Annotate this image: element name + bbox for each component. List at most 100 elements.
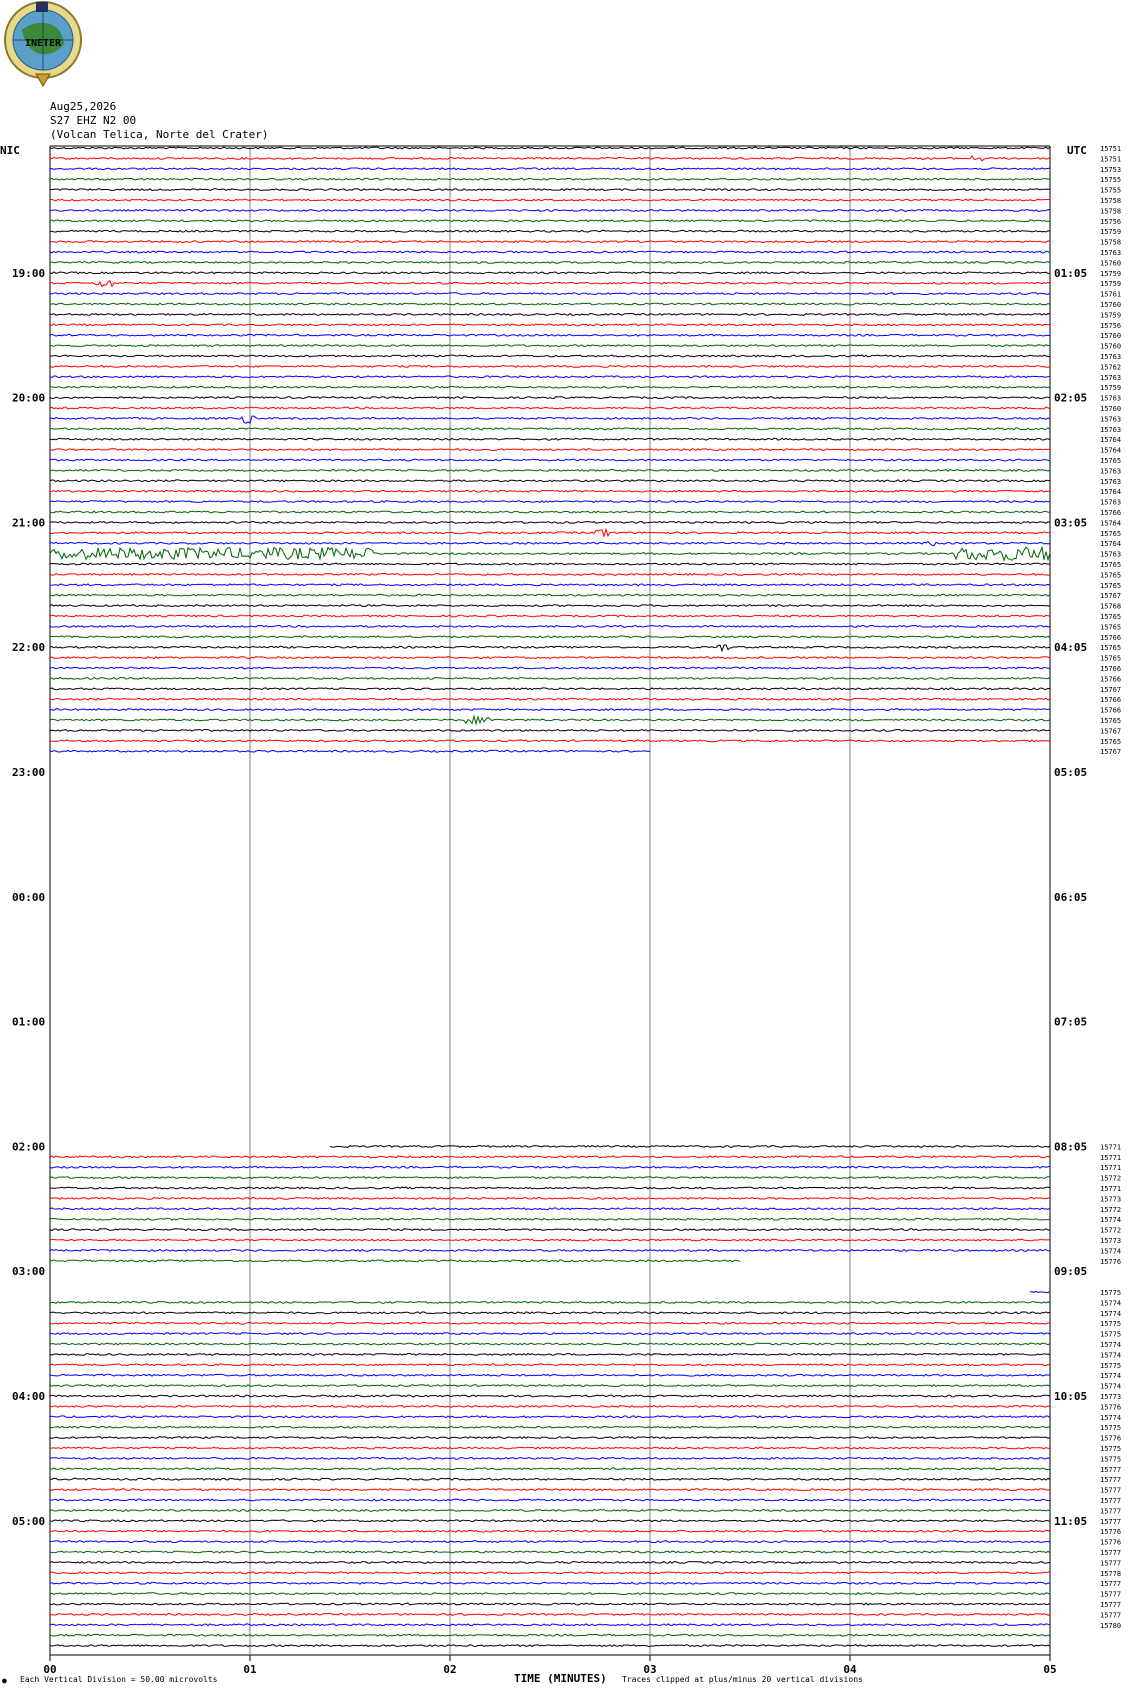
row-counter-label: 15763 <box>1100 374 1121 382</box>
row-counter-label: 15760 <box>1100 301 1121 309</box>
right-hour-label: 11:05 <box>1054 1515 1087 1528</box>
seismic-trace <box>49 1550 1051 1554</box>
row-counter-label: 15767 <box>1100 686 1121 694</box>
row-counter-label: 15763 <box>1100 467 1121 475</box>
seismic-trace <box>49 562 1051 566</box>
plot-grid <box>49 145 1051 1656</box>
seismic-trace <box>49 344 1051 348</box>
trace-lines <box>49 146 1051 1648</box>
row-counter-label: 15771 <box>1100 1164 1121 1172</box>
seismic-trace <box>50 489 1051 493</box>
seismic-trace <box>49 1321 1051 1325</box>
seismic-trace <box>49 271 1051 275</box>
seismic-trace <box>49 333 1051 337</box>
right-hour-label: 10:05 <box>1054 1390 1087 1403</box>
seismic-trace <box>49 167 1051 171</box>
seismic-trace <box>49 1519 1051 1523</box>
seismic-trace <box>49 614 1051 618</box>
row-counter-label: 15767 <box>1100 748 1121 756</box>
seismic-trace <box>49 714 1051 726</box>
seismic-trace <box>49 1342 1051 1346</box>
seismic-trace <box>49 1581 1051 1585</box>
seismic-trace <box>49 1207 1051 1211</box>
row-counter-label: 15775 <box>1100 1320 1121 1328</box>
seismic-trace <box>49 437 1051 441</box>
row-counter-label: 15777 <box>1100 1476 1121 1484</box>
row-counter-label: 15760 <box>1100 343 1121 351</box>
right-hour-label: 03:05 <box>1054 516 1087 529</box>
seismic-trace <box>49 1228 1051 1232</box>
row-counter-label: 15773 <box>1100 1195 1121 1203</box>
seismic-trace <box>49 375 1051 379</box>
row-counter-label: 15758 <box>1100 207 1121 215</box>
seismic-trace <box>49 1404 1051 1408</box>
row-counter-label: 15765 <box>1100 571 1121 579</box>
row-counter-label: 15759 <box>1100 228 1121 236</box>
seismic-trace <box>49 749 651 753</box>
right-hour-label: 06:05 <box>1054 891 1087 904</box>
row-counter-label: 15765 <box>1100 457 1121 465</box>
row-counter-label: 15756 <box>1100 218 1121 226</box>
row-counter-label: 15777 <box>1100 1549 1121 1557</box>
row-counter-label: 15751 <box>1100 145 1121 153</box>
row-counter-label: 15763 <box>1100 499 1121 507</box>
seismic-trace <box>50 354 1051 358</box>
seismic-trace <box>49 146 1051 150</box>
row-counter-label: 15765 <box>1100 582 1121 590</box>
row-counter-label: 15774 <box>1100 1372 1121 1380</box>
seismic-trace <box>49 323 1051 327</box>
seismic-trace <box>49 1196 1051 1200</box>
row-counter-label: 15763 <box>1100 551 1121 559</box>
x-axis-title: TIME (MINUTES) <box>514 1672 607 1685</box>
seismic-trace <box>49 1217 1051 1221</box>
seismic-trace <box>49 198 1051 202</box>
row-counter-label: 15765 <box>1100 655 1121 663</box>
row-counter-label: 15777 <box>1100 1559 1121 1567</box>
row-counter-label: 15765 <box>1100 613 1121 621</box>
seismic-trace <box>49 415 1051 425</box>
row-counter-label: 15775 <box>1100 1455 1121 1463</box>
row-counter-label: 15777 <box>1100 1466 1121 1474</box>
row-counter-label: 15753 <box>1100 166 1121 174</box>
seismic-trace <box>329 1144 1051 1148</box>
left-hour-label: 03:00 <box>12 1265 45 1278</box>
seismic-trace <box>49 1644 1051 1648</box>
seismic-trace <box>49 1155 1051 1159</box>
row-counter-label: 15780 <box>1100 1622 1121 1630</box>
row-counter-label: 15777 <box>1100 1507 1121 1515</box>
row-counter-label: 15775 <box>1100 1362 1121 1370</box>
seismic-trace <box>49 1394 1051 1398</box>
row-counter-label: 15772 <box>1100 1227 1121 1235</box>
x-tick-label: 02 <box>443 1663 456 1676</box>
seismic-trace <box>49 250 1051 254</box>
seismic-trace <box>49 479 1051 483</box>
seismic-trace <box>49 468 1051 472</box>
left-hour-label: 20:00 <box>12 392 45 405</box>
seismic-trace <box>49 240 1051 244</box>
right-hour-label: 02:05 <box>1054 392 1087 405</box>
row-counter-label: 15771 <box>1100 1143 1121 1151</box>
seismic-trace <box>50 312 1051 316</box>
row-counter-label: 15773 <box>1100 1237 1121 1245</box>
row-counter-label: 15763 <box>1100 395 1121 403</box>
seismic-trace <box>49 406 1051 410</box>
row-counter-label: 15778 <box>1100 1570 1121 1578</box>
row-counter-label: 15774 <box>1100 1299 1121 1307</box>
seismic-trace <box>49 396 1051 400</box>
row-counter-label: 15759 <box>1100 311 1121 319</box>
seismic-trace <box>49 1612 1051 1616</box>
row-counter-label: 15774 <box>1100 1414 1121 1422</box>
row-counter-label: 15776 <box>1100 1539 1121 1547</box>
seismic-trace <box>49 1384 1051 1388</box>
seismic-trace <box>50 188 1051 192</box>
seismic-trace <box>49 593 1051 597</box>
row-counter-label: 15777 <box>1100 1518 1121 1526</box>
row-counter-label: 15766 <box>1100 665 1121 673</box>
right-hour-label: 07:05 <box>1054 1016 1087 1029</box>
seismic-trace <box>49 1311 1051 1315</box>
seismic-trace <box>49 697 1051 701</box>
seismic-trace <box>49 1592 1051 1596</box>
row-counter-label: 15775 <box>1100 1289 1121 1297</box>
seismic-trace <box>49 540 1051 547</box>
row-counter-label: 15774 <box>1100 1310 1121 1318</box>
